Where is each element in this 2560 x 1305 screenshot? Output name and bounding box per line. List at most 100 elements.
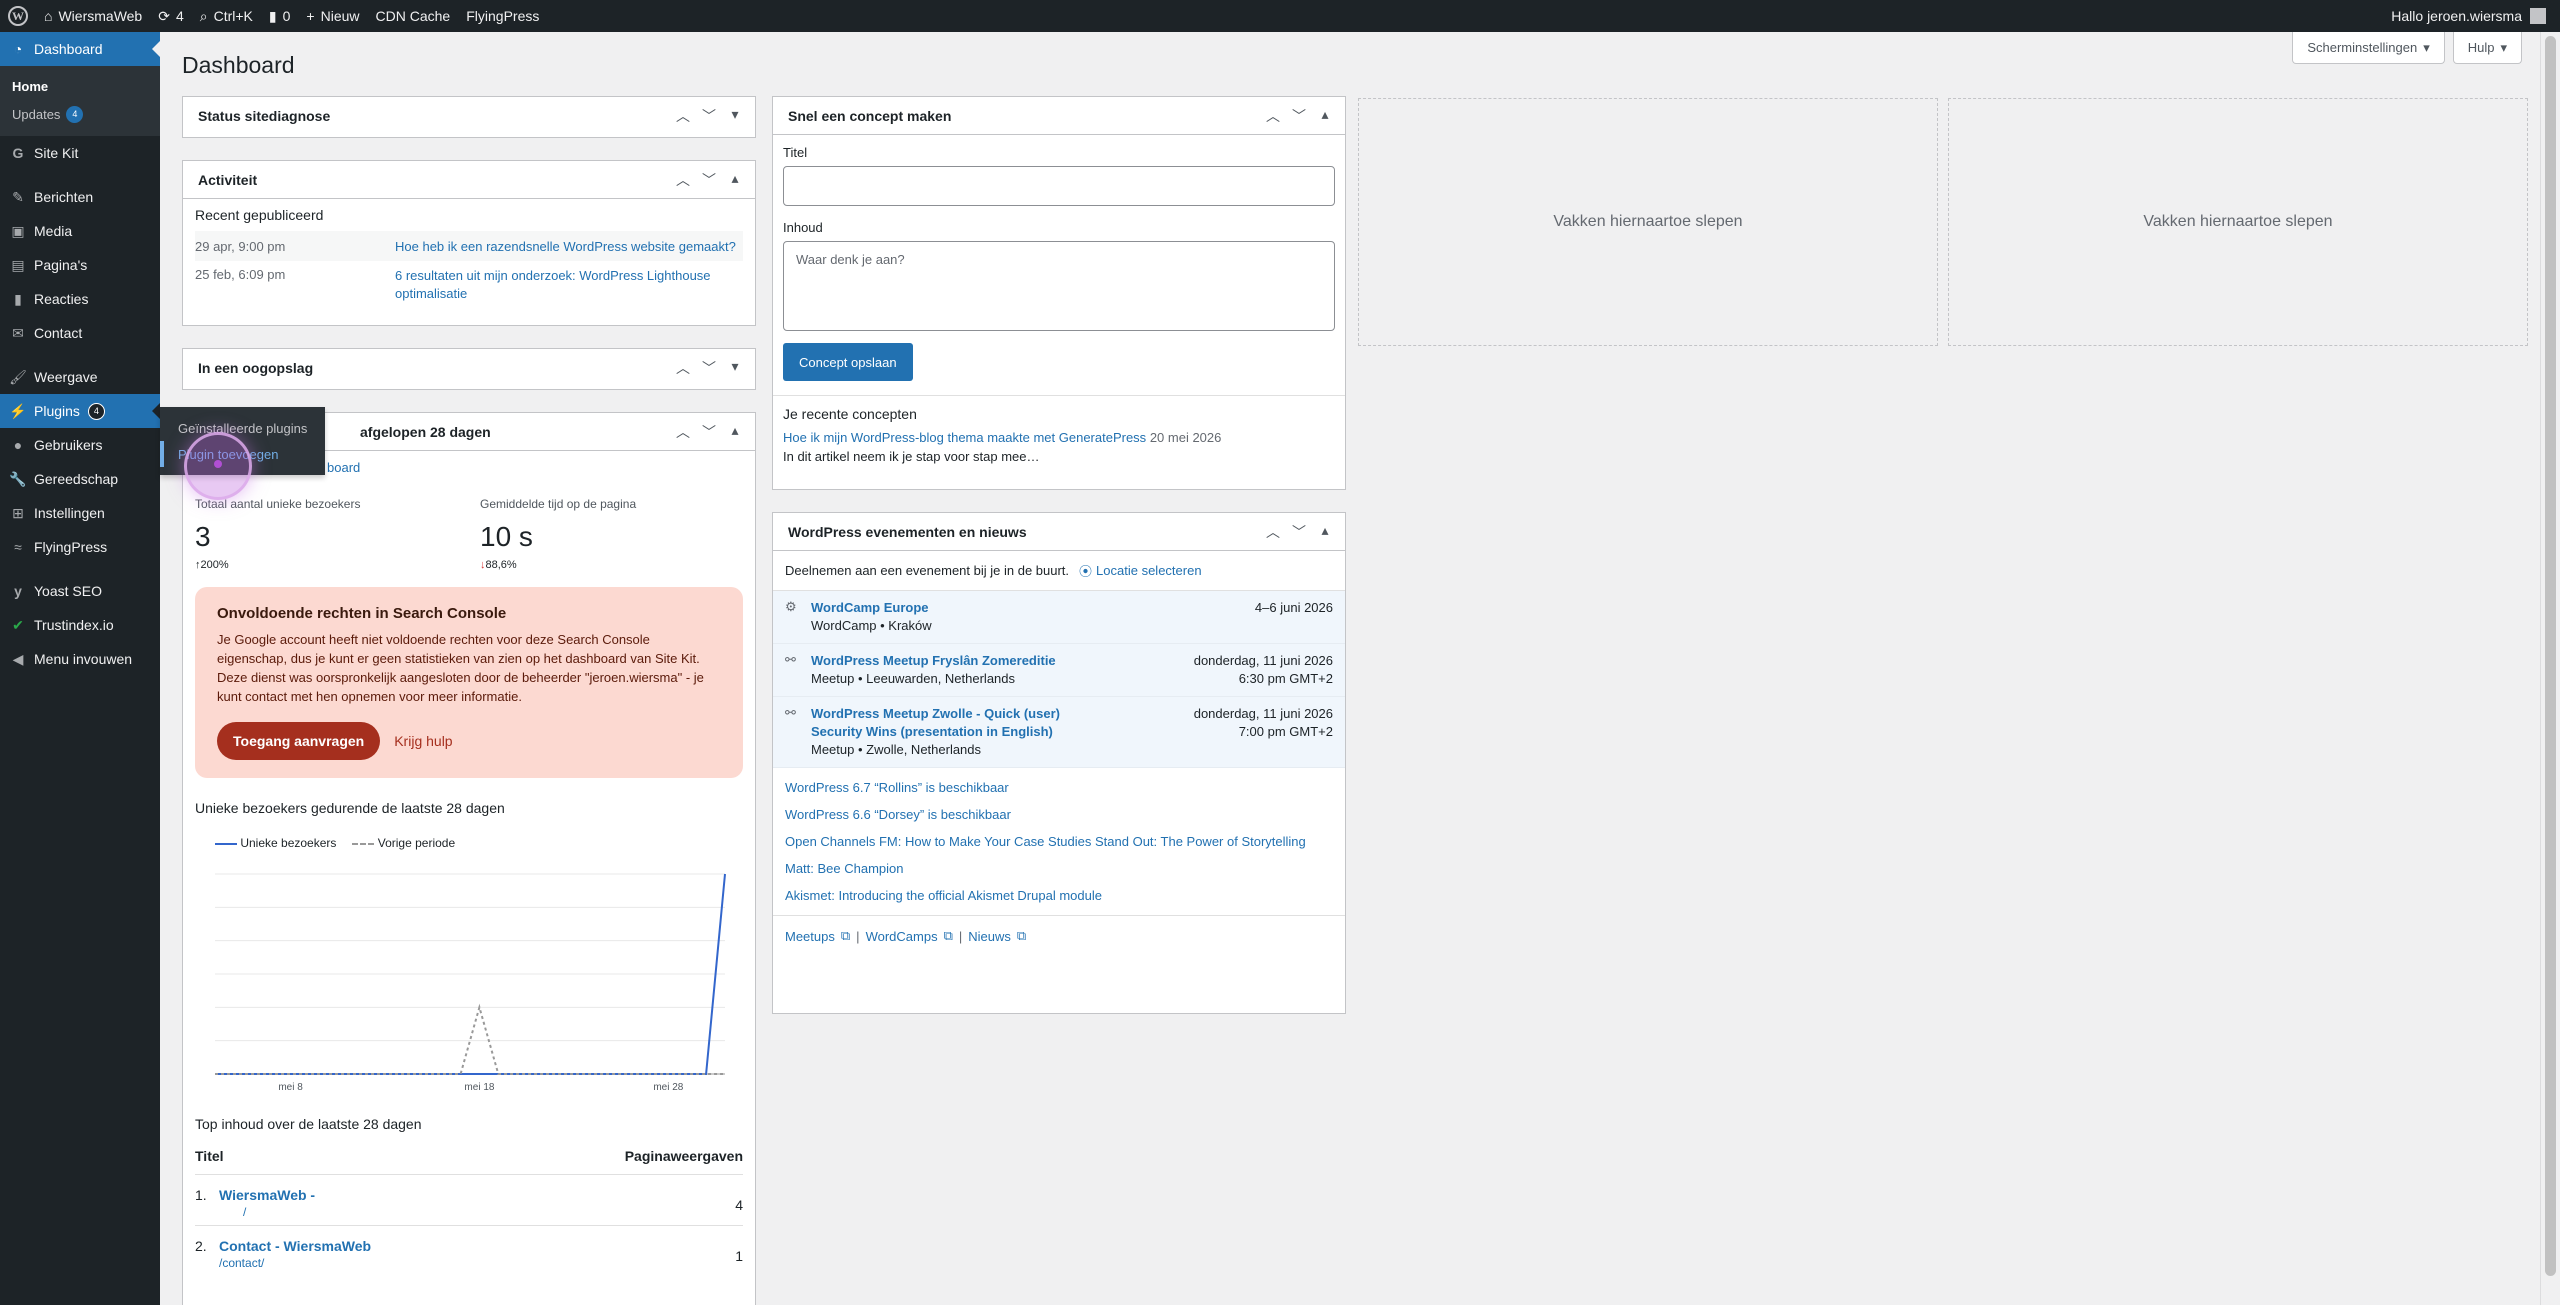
news-link[interactable]: Akismet: Introducing the official Akisme… xyxy=(773,882,1345,909)
wordpress-logo-button[interactable]: W xyxy=(0,0,36,32)
event-item: ⚯ WordPress Meetup Zwolle - Quick (user)… xyxy=(773,697,1345,768)
collapse-icon: ◀ xyxy=(12,650,24,667)
menu-yoast[interactable]: y Yoast SEO xyxy=(0,574,160,608)
menu-media[interactable]: ▣ Media xyxy=(0,214,160,248)
menu-yoast-label: Yoast SEO xyxy=(34,583,102,599)
wordcamps-link[interactable]: WordCamps xyxy=(866,929,938,944)
move-down-icon[interactable]: ﹀ xyxy=(701,170,717,190)
news-link[interactable]: WordPress 6.7 “Rollins” is beschikbaar xyxy=(773,774,1345,801)
toggle-icon[interactable]: ▾ xyxy=(727,358,743,378)
row-title-link[interactable]: Contact - WiersmaWeb xyxy=(219,1238,371,1254)
toggle-icon[interactable]: ▴ xyxy=(1317,522,1333,542)
my-account[interactable]: Hallo jeroen.wiersma xyxy=(2391,8,2560,24)
menu-berichten-label: Berichten xyxy=(34,189,94,205)
menu-plugins[interactable]: ⚡ Plugins 4 xyxy=(0,394,160,428)
event-date: donderdag, 11 juni 2026 xyxy=(1193,653,1333,668)
activity-post-link[interactable]: 6 resultaten uit mijn onderzoek: WordPre… xyxy=(395,267,735,303)
move-down-icon[interactable]: ﹀ xyxy=(1291,522,1307,542)
request-access-button[interactable]: Toegang aanvragen xyxy=(217,722,381,760)
flyingpress-link[interactable]: FlyingPress xyxy=(458,0,547,32)
page-scrollbar[interactable] xyxy=(2540,32,2560,1305)
menu-contact[interactable]: ✉ Contact xyxy=(0,316,160,350)
help-button[interactable]: Hulp ▾ xyxy=(2452,32,2522,64)
meetup-icon: ⚯ xyxy=(785,705,796,720)
scrollbar-thumb[interactable] xyxy=(2545,36,2556,1276)
chart-title: Unieke bezoekers gedurende de laatste 28… xyxy=(195,800,505,816)
select-location-link[interactable]: Locatie selecteren xyxy=(1096,563,1202,578)
sitekit-widget: afgelopen 28 dagen ︿ ﹀ ▴ board Totaal aant… xyxy=(182,412,756,1305)
submenu-home[interactable]: Home xyxy=(0,72,160,100)
site-name-link[interactable]: ⌂ WiersmaWeb xyxy=(36,0,150,32)
submenu-updates[interactable]: Updates 4 xyxy=(0,100,160,128)
menu-instellingen-label: Instellingen xyxy=(34,505,105,521)
news-link[interactable]: Open Channels FM: How to Make Your Case … xyxy=(773,828,1345,855)
updates-link[interactable]: ⟳ 4 xyxy=(150,0,192,32)
updates-count: 4 xyxy=(175,8,184,24)
get-help-link[interactable]: Krijg hulp xyxy=(394,733,452,749)
move-up-icon[interactable]: ︿ xyxy=(675,358,691,378)
drop-zone[interactable]: Vakken hiernaartoe slepen xyxy=(1358,98,1938,346)
table-row: 1. WiersmaWeb - / 4 xyxy=(195,1175,743,1226)
news-footer-link[interactable]: Nieuws xyxy=(968,929,1011,944)
draft-content-textarea[interactable]: Waar denk je aan? xyxy=(783,241,1335,331)
activity-post-link[interactable]: Hoe heb ik een razendsnelle WordPress we… xyxy=(395,239,736,254)
comments-link[interactable]: ▮ 0 xyxy=(261,0,299,32)
move-up-icon[interactable]: ︿ xyxy=(675,170,691,190)
move-down-icon[interactable]: ﹀ xyxy=(1291,106,1307,126)
event-title-link[interactable]: WordPress Meetup Fryslân Zomereditie xyxy=(811,653,1056,668)
menu-paginas[interactable]: ▤ Pagina's xyxy=(0,248,160,282)
menu-trustindex[interactable]: ✔ Trustindex.io xyxy=(0,608,160,642)
menu-berichten[interactable]: ✎ Berichten xyxy=(0,180,160,214)
toggle-icon[interactable]: ▾ xyxy=(727,106,743,126)
collapse-menu-button[interactable]: ◀ Menu invouwen xyxy=(0,642,160,676)
news-link[interactable]: Matt: Bee Champion xyxy=(773,855,1345,882)
content-placeholder: Waar denk je aan? xyxy=(796,252,905,267)
move-down-icon[interactable]: ﹀ xyxy=(701,422,717,442)
menu-sitekit[interactable]: G Site Kit xyxy=(0,136,160,170)
drop-zone[interactable]: Vakken hiernaartoe slepen xyxy=(1948,98,2528,346)
event-date: 4–6 juni 2026 xyxy=(1254,600,1333,615)
meetup-icon: ⚯ xyxy=(785,652,796,667)
menu-gereedschap-label: Gereedschap xyxy=(34,471,119,487)
toggle-icon[interactable]: ▴ xyxy=(727,422,743,442)
toggle-icon[interactable]: ▴ xyxy=(727,170,743,190)
move-up-icon[interactable]: ︿ xyxy=(1265,522,1281,542)
activity-widget: Activiteit ︿ ﹀ ▴ Recent gepubliceerd 29 ap… xyxy=(182,160,756,326)
new-content-button[interactable]: + Nieuw xyxy=(298,0,367,32)
menu-flyingpress[interactable]: ≈ FlyingPress xyxy=(0,530,160,564)
menu-dashboard[interactable]: ◔ Dashboard xyxy=(0,32,160,66)
command-palette-button[interactable]: ⌕ Ctrl+K xyxy=(192,0,261,32)
submenu-updates-label: Updates xyxy=(12,106,61,122)
installed-plugins-link[interactable]: Geïnstalleerde plugins xyxy=(160,415,325,441)
row-rank: 1. xyxy=(195,1187,207,1203)
menu-gebruikers[interactable]: ● Gebruikers xyxy=(0,428,160,462)
move-up-icon[interactable]: ︿ xyxy=(1265,106,1281,126)
menu-gereedschap[interactable]: 🔧 Gereedschap xyxy=(0,462,160,496)
menu-paginas-label: Pagina's xyxy=(34,257,88,273)
event-title-link[interactable]: WordPress Meetup Zwolle - Quick (user) S… xyxy=(811,706,1060,739)
move-down-icon[interactable]: ﹀ xyxy=(701,106,717,126)
move-down-icon[interactable]: ﹀ xyxy=(701,358,717,378)
event-item: ⚙ WordCamp Europe WordCamp • Kraków 4–6 j… xyxy=(773,591,1345,644)
menu-instellingen[interactable]: ⊞ Instellingen xyxy=(0,496,160,530)
cdn-cache-label: CDN Cache xyxy=(375,8,451,24)
row-path-link[interactable]: / xyxy=(219,1205,246,1219)
external-link-icon: ⧉ xyxy=(840,928,851,943)
event-title-link[interactable]: WordCamp Europe xyxy=(811,600,929,615)
draft-link[interactable]: Hoe ik mijn WordPress-blog thema maakte … xyxy=(783,430,1146,445)
save-draft-button[interactable]: Concept opslaan xyxy=(783,343,913,381)
news-link[interactable]: WordPress 6.6 “Dorsey” is beschikbaar xyxy=(773,801,1345,828)
media-icon: ▣ xyxy=(11,222,25,239)
envelope-icon: ✉ xyxy=(12,324,24,341)
draft-title-input[interactable] xyxy=(783,166,1335,206)
meetups-link[interactable]: Meetups xyxy=(785,929,835,944)
row-path-link[interactable]: /contact/ xyxy=(219,1256,264,1270)
screen-options-button[interactable]: Scherminstellingen ▾ xyxy=(2292,32,2445,64)
move-up-icon[interactable]: ︿ xyxy=(675,106,691,126)
cdn-cache-link[interactable]: CDN Cache xyxy=(368,0,459,32)
menu-weergave[interactable]: 🖌 Weergave xyxy=(0,360,160,394)
move-up-icon[interactable]: ︿ xyxy=(675,422,691,442)
menu-reacties[interactable]: ▮ Reacties xyxy=(0,282,160,316)
row-title-link[interactable]: WiersmaWeb - xyxy=(219,1187,315,1203)
toggle-icon[interactable]: ▴ xyxy=(1317,106,1333,126)
